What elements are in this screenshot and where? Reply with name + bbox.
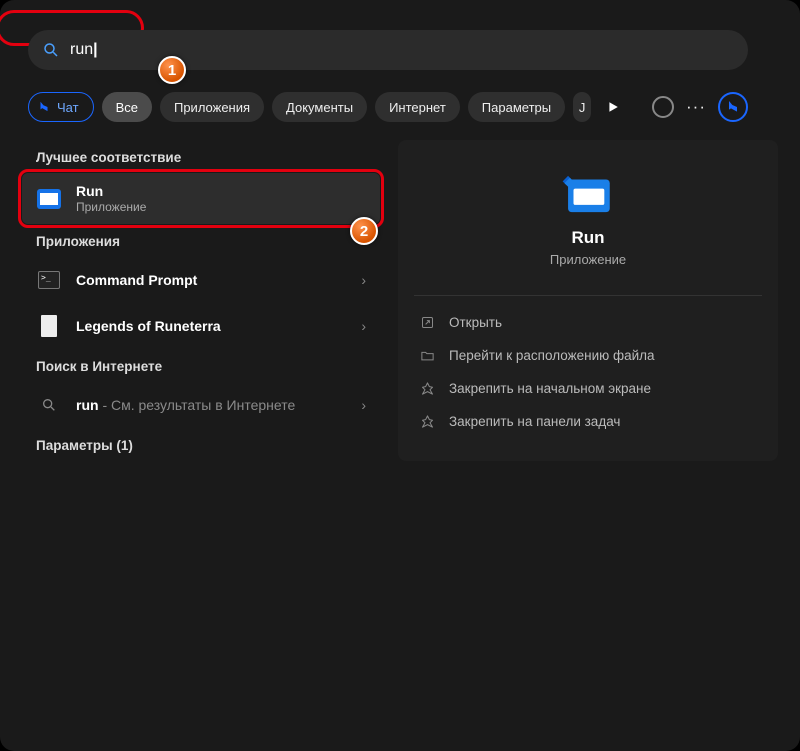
- chevron-right-icon: ›: [361, 397, 366, 413]
- search-icon: [42, 41, 60, 59]
- results-panel: Лучшее соответствие Run Приложение Прило…: [22, 140, 380, 461]
- filter-docs[interactable]: Документы: [272, 92, 367, 122]
- search-bar[interactable]: run|: [28, 30, 748, 70]
- more-button[interactable]: ···: [682, 93, 710, 121]
- result-command-prompt[interactable]: Command Prompt ›: [22, 257, 380, 303]
- result-cmd-title: Command Prompt: [76, 272, 361, 288]
- text-caret: |: [93, 41, 97, 59]
- filter-docs-label: Документы: [286, 100, 353, 115]
- section-web: Поиск в Интернете: [22, 349, 380, 382]
- details-subtitle: Приложение: [398, 252, 778, 267]
- filter-all-label: Все: [116, 100, 138, 115]
- pin-icon: [420, 381, 435, 396]
- run-large-icon: [559, 170, 617, 218]
- scroll-right-button[interactable]: [599, 93, 627, 121]
- run-app-icon: [36, 186, 62, 212]
- folder-icon: [420, 348, 435, 363]
- filter-all[interactable]: Все: [102, 92, 152, 122]
- pin-icon: [420, 414, 435, 429]
- filter-settings-label: Параметры: [482, 100, 551, 115]
- bing-button[interactable]: [718, 92, 748, 122]
- magnifier-icon: [36, 392, 62, 418]
- filter-internet[interactable]: Интернет: [375, 92, 460, 122]
- details-title: Run: [398, 228, 778, 248]
- section-settings: Параметры (1): [22, 428, 380, 461]
- result-run-title: Run: [76, 183, 366, 199]
- result-lor-title: Legends of Runeterra: [76, 318, 361, 334]
- callout-badge-1: 1: [158, 56, 186, 84]
- callout-badge-2: 2: [350, 217, 378, 245]
- chevron-right-icon: ›: [361, 318, 366, 334]
- search-input-value: run: [70, 41, 93, 59]
- open-icon: [420, 315, 435, 330]
- document-icon: [36, 313, 62, 339]
- filter-settings[interactable]: Параметры: [468, 92, 565, 122]
- filter-internet-label: Интернет: [389, 100, 446, 115]
- action-pin-taskbar-label: Закрепить на панели задач: [449, 414, 620, 429]
- play-icon: [607, 101, 619, 113]
- divider: [414, 295, 762, 296]
- result-web-text: run - См. результаты в Интернете: [76, 397, 361, 413]
- action-pin-start-label: Закрепить на начальном экране: [449, 381, 651, 396]
- result-legends-runeterra[interactable]: Legends of Runeterra ›: [22, 303, 380, 349]
- bing-icon: [725, 99, 741, 115]
- section-apps: Приложения: [22, 224, 380, 257]
- action-pin-taskbar[interactable]: Закрепить на панели задач: [398, 405, 778, 438]
- result-web-search[interactable]: run - См. результаты в Интернете ›: [22, 382, 380, 428]
- filter-chat-label: Чат: [57, 100, 79, 115]
- filter-overflow[interactable]: J: [573, 92, 591, 122]
- account-avatar[interactable]: [652, 96, 674, 118]
- result-run[interactable]: Run Приложение: [22, 173, 380, 224]
- details-panel: Run Приложение Открыть Перейти к располо…: [398, 140, 778, 461]
- action-open[interactable]: Открыть: [398, 306, 778, 339]
- chevron-right-icon: ›: [361, 272, 366, 288]
- action-open-label: Открыть: [449, 315, 502, 330]
- cmd-icon: [36, 267, 62, 293]
- action-pin-start[interactable]: Закрепить на начальном экране: [398, 372, 778, 405]
- filter-apps-label: Приложения: [174, 100, 250, 115]
- filter-row: Чат Все Приложения Документы Интернет Па…: [28, 92, 748, 122]
- filter-chat[interactable]: Чат: [28, 92, 94, 122]
- bing-chat-icon: [37, 100, 51, 114]
- action-file-location[interactable]: Перейти к расположению файла: [398, 339, 778, 372]
- action-file-location-label: Перейти к расположению файла: [449, 348, 655, 363]
- filter-apps[interactable]: Приложения: [160, 92, 264, 122]
- section-best-match: Лучшее соответствие: [22, 140, 380, 173]
- result-run-subtitle: Приложение: [76, 200, 366, 214]
